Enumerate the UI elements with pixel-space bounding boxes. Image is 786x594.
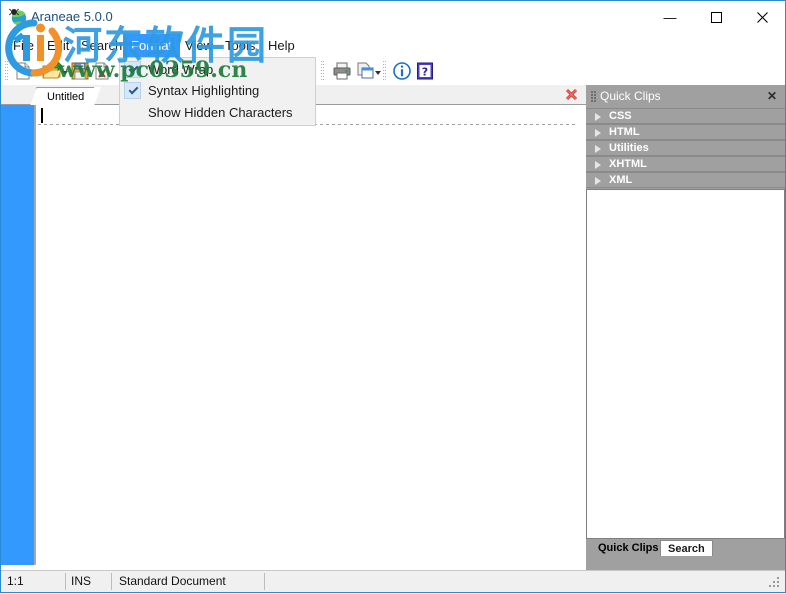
quick-clip-group-xhtml[interactable]: XHTML (586, 156, 785, 172)
menu-bar: File Edit Search Format View Tools Help (1, 34, 785, 57)
gutter-separator (34, 105, 36, 565)
format-dropdown-menu: Word Wrap Syntax Highlighting Show Hidde… (119, 57, 316, 126)
quick-clip-label: Utilities (609, 142, 649, 154)
dock-tab-search[interactable]: Search (660, 540, 713, 556)
toolbar-grip-help-group[interactable] (383, 61, 387, 81)
toolbar-grip-print-group[interactable] (321, 61, 325, 81)
open-folder-icon[interactable] (42, 61, 62, 81)
quick-clips-content-panel (586, 189, 785, 539)
line-number-gutter[interactable] (1, 105, 34, 565)
preview-dropdown-arrow[interactable] (375, 69, 382, 76)
window-title: Araneae 5.0.0 (31, 9, 113, 24)
quick-clip-label: XML (609, 174, 633, 186)
menu-edit[interactable]: Edit (39, 34, 77, 57)
title-bar: Araneae 5.0.0 — (1, 1, 785, 34)
quick-clip-group-css[interactable]: CSS (586, 108, 785, 124)
dock-grip-handle[interactable] (591, 91, 596, 102)
red-x-close-icon[interactable] (565, 88, 578, 101)
maximize-icon (710, 12, 722, 23)
checkmark-icon (124, 82, 141, 99)
menu-search[interactable]: Search (73, 34, 130, 57)
status-cursor-position: 1:1 (7, 574, 24, 588)
menu-file[interactable]: File (5, 34, 42, 57)
status-bar: 1:1 INS Standard Document (1, 570, 785, 592)
quick-clip-label: CSS (609, 110, 632, 122)
application-window: Araneae 5.0.0 — File Edit Search Format … (0, 0, 786, 593)
menu-format[interactable]: Format (123, 34, 181, 57)
menu-help[interactable]: Help (260, 34, 303, 57)
quick-clip-group-xml[interactable]: XML (586, 172, 785, 188)
menu-item-syntax-highlighting[interactable]: Syntax Highlighting (120, 80, 315, 101)
text-editor-area[interactable] (1, 105, 586, 565)
maximize-button[interactable] (693, 1, 739, 34)
toolbar-grip-left[interactable] (5, 61, 9, 81)
menu-item-label: Word Wrap (148, 62, 214, 77)
menu-item-word-wrap[interactable]: Word Wrap (120, 59, 315, 80)
chevron-right-icon (595, 161, 601, 169)
status-insert-mode: INS (71, 574, 92, 588)
save-icon[interactable] (70, 61, 90, 81)
editor-tab-untitled[interactable]: Untitled (29, 87, 102, 106)
dock-close-icon[interactable]: ✕ (767, 89, 777, 103)
status-divider-1 (65, 573, 66, 590)
chevron-right-icon (595, 145, 601, 153)
menu-item-label: Syntax Highlighting (148, 83, 260, 98)
open-folder-dropdown-arrow[interactable] (62, 69, 69, 76)
text-caret (41, 108, 43, 123)
status-divider-3 (264, 573, 265, 590)
quick-clip-group-html[interactable]: HTML (586, 124, 785, 140)
chevron-right-icon (595, 177, 601, 185)
dock-tab-quick-clips[interactable]: Quick Clips (586, 540, 671, 556)
window-controls: — (647, 1, 785, 34)
preview-icon[interactable] (355, 61, 375, 81)
spider-globe-icon (9, 8, 27, 26)
close-button[interactable] (739, 1, 785, 34)
minimize-button[interactable]: — (647, 1, 693, 34)
dock-tab-bar: Quick Clips Search (586, 539, 785, 556)
new-file-dropdown-arrow[interactable] (33, 69, 40, 76)
svg-text:?: ? (422, 66, 428, 79)
help-icon[interactable]: ? (415, 61, 435, 81)
chevron-right-icon (595, 113, 601, 121)
dock-title: Quick Clips (600, 89, 661, 103)
checkmark-icon (124, 61, 141, 78)
menu-tools[interactable]: Tools (217, 34, 263, 57)
dock-title-bar: Quick Clips ✕ (586, 85, 785, 107)
close-icon (756, 12, 768, 23)
editor-tab-label: Untitled (47, 91, 85, 103)
status-divider-2 (111, 573, 112, 590)
new-file-icon[interactable] (13, 61, 33, 81)
quick-clip-label: HTML (609, 126, 640, 138)
quick-clip-label: XHTML (609, 158, 647, 170)
chevron-right-icon (595, 129, 601, 137)
menu-item-show-hidden-characters[interactable]: Show Hidden Characters (120, 102, 315, 123)
menu-view[interactable]: View (177, 34, 221, 57)
quick-clips-dock: Quick Clips ✕ CSS HTML Utilities XHTML X… (586, 85, 785, 572)
status-document-type: Standard Document (119, 574, 226, 588)
menu-item-label: Show Hidden Characters (148, 105, 293, 120)
print-icon[interactable] (332, 61, 352, 81)
info-icon[interactable] (392, 61, 412, 81)
quick-clip-group-utilities[interactable]: Utilities (586, 140, 785, 156)
resize-grip-icon[interactable] (769, 577, 781, 589)
close-file-icon[interactable] (92, 61, 112, 81)
